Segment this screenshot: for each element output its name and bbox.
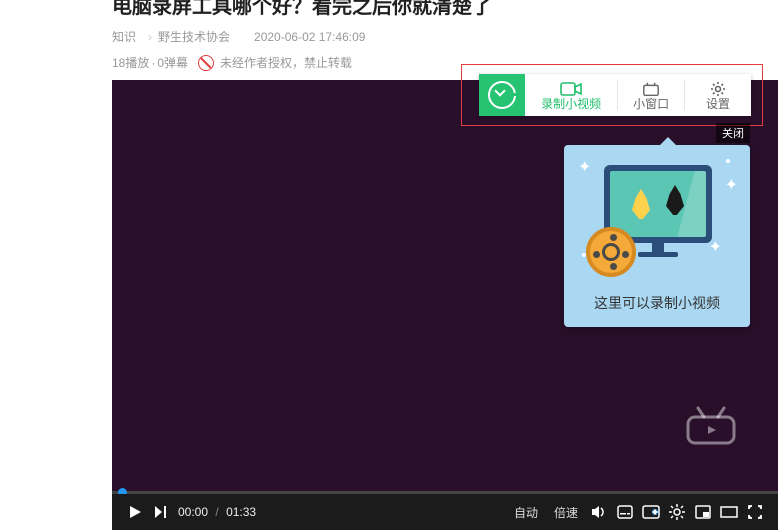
time-display: 00:00 / 01:33 (178, 505, 256, 519)
stats-row: 18播放 · 0弹幕 未经作者授权，禁止转载 (112, 54, 352, 71)
breadcrumb-cat2[interactable]: 野生技术协会 (158, 28, 230, 45)
next-button[interactable] (148, 499, 174, 525)
tooltip-caption: 这里可以录制小视频 (564, 285, 750, 327)
record-tooltip: 关闭 ✦✦✦ 这里可以录制小视频 (564, 145, 750, 327)
pip-button[interactable] (690, 499, 716, 525)
quality-button[interactable]: 自动 (514, 504, 538, 521)
volume-button[interactable] (586, 499, 612, 525)
ext-settings-button[interactable]: 设置 (685, 74, 751, 116)
speed-button[interactable]: 倍速 (554, 504, 578, 521)
extension-logo-icon[interactable] (479, 74, 525, 116)
settings-button[interactable] (664, 499, 690, 525)
no-repost-icon (198, 55, 214, 71)
extension-toolbar: 录制小视频 小窗口 设置 (479, 74, 751, 116)
bilibili-watermark-icon (684, 405, 738, 450)
fullscreen-button[interactable] (742, 499, 768, 525)
upload-timestamp: 2020-06-02 17:46:09 (254, 30, 365, 44)
page-title: 电脑录屏工具哪个好？看完之后你就清楚了 (112, 0, 492, 19)
wide-button[interactable] (716, 499, 742, 525)
ext-record-label: 录制小视频 (541, 98, 601, 110)
subtitle-button[interactable] (612, 499, 638, 525)
tooltip-close-button[interactable]: 关闭 (716, 123, 750, 143)
duration: 01:33 (226, 505, 256, 519)
play-count: 18播放 (112, 54, 149, 71)
controls-bar: 00:00 / 01:33 自动 倍速 (112, 494, 778, 530)
no-repost-text: 未经作者授权，禁止转载 (220, 54, 352, 71)
current-time: 00:00 (178, 505, 208, 519)
tooltip-arrow (660, 137, 676, 145)
ext-pip-label: 小窗口 (633, 98, 669, 110)
breadcrumb: 知识 › 野生技术协会 2020-06-02 17:46:09 (112, 28, 371, 45)
danmaku-toggle-button[interactable] (638, 499, 664, 525)
breadcrumb-cat1[interactable]: 知识 (112, 28, 136, 45)
ext-record-button[interactable]: 录制小视频 (525, 74, 617, 116)
danmaku-count: 0弹幕 (157, 54, 188, 71)
ext-pip-button[interactable]: 小窗口 (618, 74, 684, 116)
tooltip-illustration: ✦✦✦ (564, 145, 750, 285)
play-button[interactable] (122, 499, 148, 525)
dot-sep: · (151, 56, 155, 70)
film-reel-icon (586, 227, 636, 277)
breadcrumb-sep: › (148, 30, 152, 44)
ext-settings-label: 设置 (706, 98, 730, 110)
